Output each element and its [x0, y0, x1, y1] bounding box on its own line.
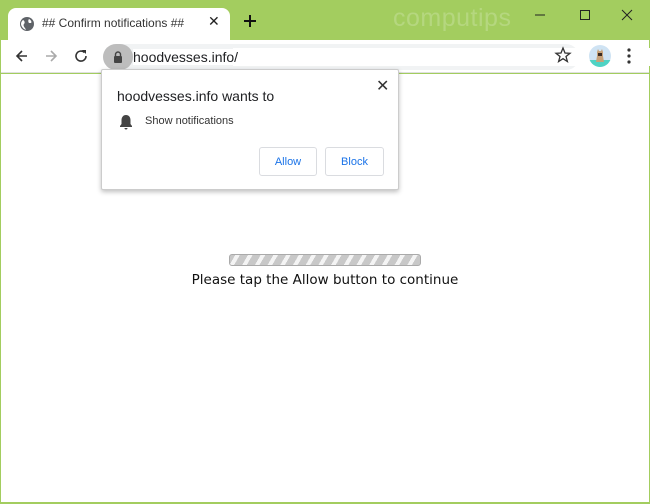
new-tab-button[interactable] — [241, 12, 259, 30]
reload-button[interactable] — [71, 46, 91, 66]
profile-avatar[interactable] — [589, 45, 611, 67]
watermark: computips — [393, 4, 512, 32]
avatar-image-icon — [589, 49, 611, 67]
notification-permission-prompt: hoodvesses.info wants to ✕ Show notifica… — [101, 69, 399, 190]
tab-title: ## Confirm notifications ## — [42, 16, 185, 30]
bookmark-star-button[interactable] — [554, 46, 572, 64]
window-close-button[interactable] — [612, 5, 642, 25]
title-bar: ## Confirm notifications ## ✕ computips — [0, 0, 650, 40]
maximize-button[interactable] — [570, 5, 600, 25]
kebab-menu-button[interactable] — [623, 47, 635, 65]
tab-active[interactable]: ## Confirm notifications ## ✕ — [8, 8, 230, 40]
forward-button[interactable] — [41, 46, 61, 66]
address-bar[interactable]: hoodvesses.info/ — [103, 44, 650, 70]
progress-bar — [229, 254, 421, 266]
block-button[interactable]: Block — [325, 147, 384, 176]
globe-icon — [20, 17, 34, 31]
prompt-title: hoodvesses.info wants to — [117, 88, 275, 104]
tab-close-button[interactable]: ✕ — [208, 13, 220, 30]
back-button[interactable] — [12, 46, 32, 66]
bell-icon — [120, 115, 132, 130]
url-field-bg — [233, 48, 650, 66]
allow-button[interactable]: Allow — [259, 147, 317, 176]
prompt-close-button[interactable]: ✕ — [376, 76, 389, 96]
minimize-button[interactable] — [525, 5, 555, 25]
url-input[interactable]: hoodvesses.info/ — [133, 49, 243, 65]
lock-icon — [114, 51, 122, 63]
page-message: Please tap the Allow button to continue — [191, 272, 459, 288]
site-info-button[interactable] — [103, 44, 133, 70]
permission-label: Show notifications — [145, 115, 234, 127]
browser-window: ## Confirm notifications ## ✕ computips — [0, 0, 650, 504]
